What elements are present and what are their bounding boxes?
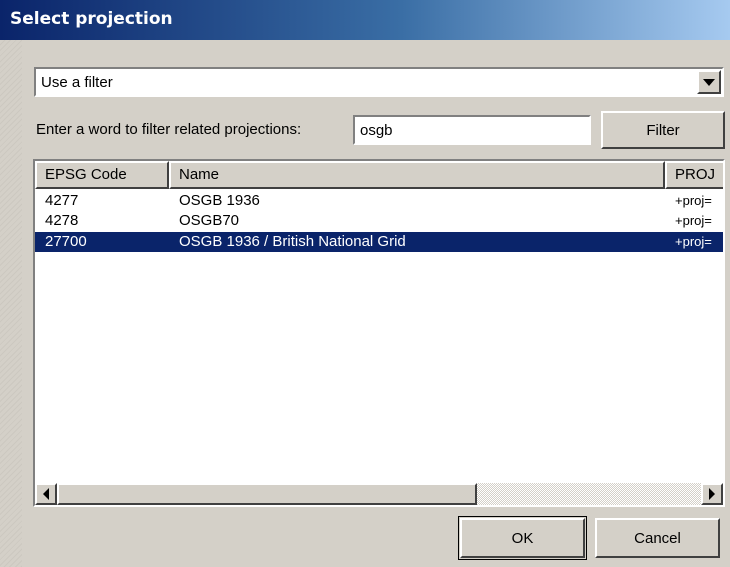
epsg-code-cell: 4278: [45, 212, 79, 229]
cancel-button[interactable]: Cancel: [595, 518, 720, 558]
filter-button[interactable]: Filter: [601, 111, 725, 149]
arrow-left-icon: [43, 488, 49, 500]
dropdown-button[interactable]: [697, 70, 721, 94]
column-header-name[interactable]: Name: [169, 161, 665, 189]
filter-input[interactable]: osgb: [353, 115, 591, 145]
table-row-selected[interactable]: 27700 OSGB 1936 / British National Grid …: [35, 232, 723, 252]
epsg-code-cell: 4277: [45, 192, 79, 209]
column-header-epsg-code[interactable]: EPSG Code: [35, 161, 169, 189]
epsg-code-cell: 27700: [45, 233, 87, 250]
filter-mode-select[interactable]: Use a filter: [34, 67, 724, 97]
scroll-right-button[interactable]: [701, 483, 723, 505]
chevron-down-icon: [703, 78, 715, 86]
proj-cell: +proj=: [675, 234, 712, 249]
name-cell: OSGB70: [179, 212, 240, 229]
projection-list[interactable]: EPSG Code Name PROJ 4277 OSGB 1936 +proj…: [33, 159, 725, 507]
filter-label: Enter a word to filter related projectio…: [36, 121, 302, 138]
arrow-right-icon: [709, 488, 715, 500]
title-bar[interactable]: Select projection: [0, 0, 730, 40]
name-cell: OSGB 1936 / British National Grid: [179, 233, 406, 250]
table-row[interactable]: 4278 OSGB70 +proj=: [35, 211, 723, 231]
filter-input-value: osgb: [360, 122, 393, 139]
filter-mode-value: Use a filter: [41, 74, 113, 91]
proj-cell: +proj=: [675, 213, 712, 228]
proj-cell: +proj=: [675, 193, 712, 208]
column-header-proj[interactable]: PROJ: [665, 161, 723, 189]
horizontal-scrollbar[interactable]: [35, 483, 723, 505]
background-frame: [0, 40, 22, 567]
ok-button[interactable]: OK: [458, 516, 587, 560]
name-cell: OSGB 1936: [179, 192, 260, 209]
scroll-left-button[interactable]: [35, 483, 57, 505]
scrollbar-thumb[interactable]: [57, 483, 477, 505]
table-row[interactable]: 4277 OSGB 1936 +proj=: [35, 191, 723, 211]
window-title: Select projection: [10, 9, 173, 29]
list-header: EPSG Code Name PROJ: [35, 161, 723, 189]
